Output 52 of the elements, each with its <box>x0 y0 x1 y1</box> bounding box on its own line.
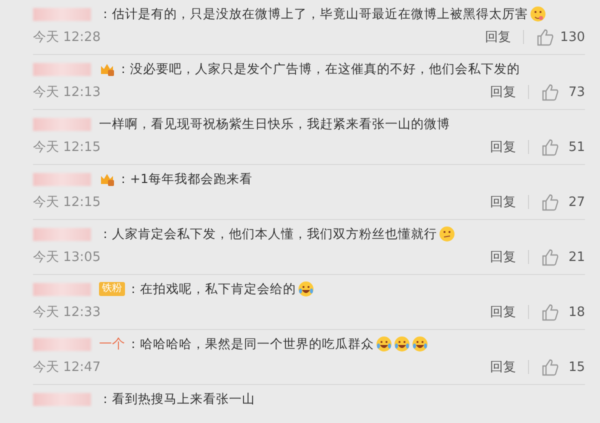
thumbs-up-icon <box>541 248 559 266</box>
timestamp: 今天 12:15 <box>33 194 101 211</box>
reply-link[interactable]: 回复 <box>490 248 516 266</box>
blurred-username <box>33 8 91 20</box>
thumbs-up-icon <box>536 28 554 46</box>
thumbs-up-icon <box>541 303 559 321</box>
blurred-username <box>33 282 91 296</box>
blurred-username <box>33 172 91 186</box>
timestamp: 今天 12:28 <box>33 29 101 46</box>
reply-link[interactable]: 回复 <box>490 138 516 156</box>
like-button[interactable]: 51 <box>541 138 585 156</box>
like-button[interactable]: 15 <box>541 358 585 376</box>
emoji-icon <box>376 336 392 352</box>
thumbs-up-icon <box>541 358 559 376</box>
username: 一个 <box>99 336 125 353</box>
emoji-icon <box>530 6 546 22</box>
comment-text: ：人家肯定会私下发，他们本人懂，我们双方粉丝也懂就行 <box>99 226 437 242</box>
fan-badge: 铁粉 <box>99 282 125 296</box>
timestamp: 今天 12:13 <box>33 84 101 101</box>
reply-link[interactable]: 回复 <box>485 28 512 46</box>
blurred-username <box>33 392 91 406</box>
like-button[interactable]: 27 <box>541 193 585 211</box>
like-button[interactable]: 21 <box>541 248 585 266</box>
blurred-username <box>33 228 91 240</box>
like-button[interactable]: 130 <box>536 28 585 46</box>
comment-text: ：估计是有的，只是没放在微博上了，毕竟山哥最近在微博上被黑得太厉害 <box>99 6 528 22</box>
emoji-icon <box>412 336 428 352</box>
thumbs-up-icon <box>541 83 559 101</box>
blurred-username <box>33 118 91 130</box>
reply-link[interactable]: 回复 <box>490 83 516 101</box>
reply-link[interactable]: 回复 <box>490 193 516 211</box>
blurred-username <box>33 62 91 76</box>
timestamp: 今天 12:47 <box>33 359 101 376</box>
comment-text: ：哈哈哈哈，果然是同一个世界的吃瓜群众 <box>127 336 374 352</box>
reply-link[interactable]: 回复 <box>490 303 516 321</box>
comment-text: ：没必要吧，人家只是发个广告博，在这催真的不好，他们会私下发的 <box>117 60 520 78</box>
reply-link[interactable]: 回复 <box>490 358 516 376</box>
emoji-icon <box>394 336 410 352</box>
thumbs-up-icon <box>541 138 559 156</box>
comment-text: ：看到热搜马上来看张一山 <box>99 390 255 408</box>
timestamp: 今天 12:33 <box>33 304 101 321</box>
emoji-icon <box>298 281 314 297</box>
like-button[interactable]: 73 <box>541 83 585 101</box>
comment-text: ：在拍戏呢，私下肯定会给的 <box>127 280 296 298</box>
comment-text: ：+1每年我都会跑来看 <box>117 170 252 188</box>
timestamp: 今天 12:15 <box>33 139 101 156</box>
like-button[interactable]: 18 <box>541 303 585 321</box>
emoji-icon <box>439 226 455 242</box>
blurred-username <box>33 338 91 350</box>
thumbs-up-icon <box>541 193 559 211</box>
timestamp: 今天 13:05 <box>33 249 101 266</box>
comment-text: 一样啊，看见现哥祝杨紫生日快乐，我赶紧来看张一山的微博 <box>99 116 450 132</box>
